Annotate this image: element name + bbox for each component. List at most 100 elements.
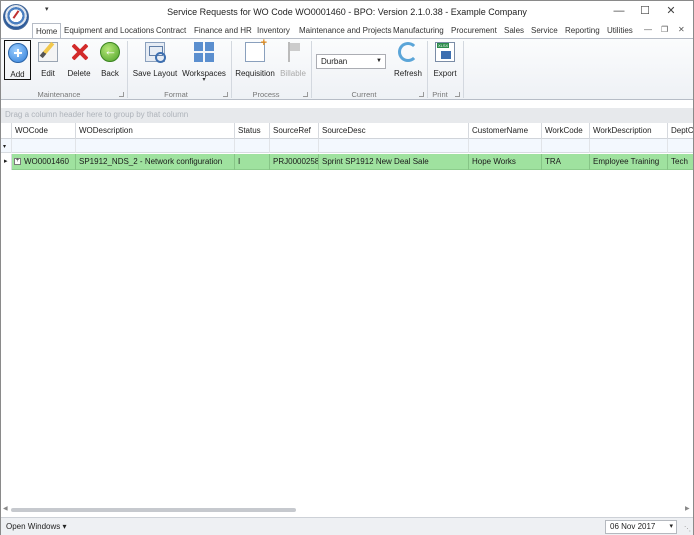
window-title: Service Requests for WO Code WO0001460 -… bbox=[167, 7, 527, 17]
cell-customername[interactable]: Hope Works bbox=[469, 154, 542, 170]
tab-home[interactable]: Home bbox=[32, 23, 62, 39]
resize-grip-icon[interactable]: ⋱ bbox=[684, 525, 691, 533]
chevron-down-icon: ▾ bbox=[669, 523, 673, 530]
table-row[interactable]: ▸ WO0001460 + SP1912_NDS_2 - Network con… bbox=[1, 154, 693, 170]
scroll-left-icon[interactable]: ◀ bbox=[3, 505, 8, 512]
tab-maintenance-and-projects[interactable]: Maintenance and Projects bbox=[299, 23, 392, 38]
column-header-customername[interactable]: CustomerName bbox=[469, 123, 542, 139]
maintenance-launcher-icon[interactable] bbox=[119, 92, 124, 97]
current-launcher-icon[interactable] bbox=[419, 92, 424, 97]
requisition-button[interactable]: Requisition bbox=[235, 37, 275, 80]
mdi-restore-button[interactable]: ❐ bbox=[661, 25, 668, 34]
cell-workdescription[interactable]: Employee Training bbox=[590, 154, 668, 170]
group-by-panel[interactable]: Drag a column header here to group by th… bbox=[1, 108, 693, 123]
tab-inventory[interactable]: Inventory bbox=[257, 23, 290, 38]
auto-filter-row[interactable]: ▾ bbox=[1, 139, 693, 153]
filter-cell-customername[interactable] bbox=[469, 139, 542, 153]
export-button[interactable]: Export bbox=[431, 40, 459, 80]
filter-cell-workcode[interactable] bbox=[542, 139, 590, 153]
site-select[interactable]: Durban ▼ bbox=[316, 54, 386, 69]
export-label: Export bbox=[433, 69, 457, 78]
tab-equipment-and-locations[interactable]: Equipment and Locations bbox=[64, 23, 154, 38]
mdi-minimize-button[interactable]: — bbox=[644, 25, 652, 34]
app-logo-icon[interactable] bbox=[3, 4, 29, 30]
filter-cell-sourcedesc[interactable] bbox=[319, 139, 469, 153]
ribbon-tabs: Home Equipment and Locations Contract Fi… bbox=[1, 23, 693, 39]
filter-cell-workdescription[interactable] bbox=[590, 139, 668, 153]
group-label-maintenance: Maintenance bbox=[37, 90, 81, 99]
cell-deptcode[interactable]: Tech bbox=[668, 154, 693, 170]
format-launcher-icon[interactable] bbox=[223, 92, 228, 97]
filter-cell-wodescription[interactable] bbox=[76, 139, 235, 153]
close-button[interactable]: ✕ bbox=[659, 3, 683, 19]
back-arrow-icon bbox=[100, 42, 120, 62]
process-launcher-icon[interactable] bbox=[303, 92, 308, 97]
filter-cell-status[interactable] bbox=[235, 139, 270, 153]
column-header-sourceref[interactable]: SourceRef bbox=[270, 123, 319, 139]
scroll-right-icon[interactable]: ▶ bbox=[685, 505, 690, 512]
refresh-icon bbox=[398, 42, 418, 62]
tab-finance-and-hr[interactable]: Finance and HR bbox=[194, 23, 252, 38]
maximize-button[interactable]: ☐ bbox=[633, 3, 657, 19]
group-label-process: Process bbox=[252, 90, 280, 99]
tab-service[interactable]: Service bbox=[531, 23, 558, 38]
tab-contract[interactable]: Contract bbox=[156, 23, 186, 38]
horizontal-scrollbar[interactable]: ◀ ▶ bbox=[1, 505, 693, 514]
cell-sourcedesc[interactable]: Sprint SP1912 New Deal Sale bbox=[319, 154, 469, 170]
cell-wocode[interactable]: WO0001460 bbox=[12, 154, 76, 170]
group-separator bbox=[127, 41, 128, 98]
date-picker[interactable]: 06 Nov 2017 ▾ bbox=[605, 520, 677, 534]
filter-icon[interactable]: ▾ bbox=[1, 139, 12, 153]
add-icon bbox=[7, 43, 28, 63]
back-button[interactable]: Back bbox=[98, 40, 122, 80]
date-value: 06 Nov 2017 bbox=[610, 522, 656, 531]
tab-utilities[interactable]: Utilities bbox=[607, 23, 633, 38]
column-header-deptcode[interactable]: DeptCo bbox=[668, 123, 693, 139]
edit-button[interactable]: Edit bbox=[36, 40, 60, 80]
tab-manufacturing[interactable]: Manufacturing bbox=[393, 23, 444, 38]
back-label: Back bbox=[101, 69, 119, 78]
requisition-label: Requisition bbox=[235, 69, 275, 78]
group-separator bbox=[231, 41, 232, 98]
column-header-workcode[interactable]: WorkCode bbox=[542, 123, 590, 139]
group-separator bbox=[311, 41, 312, 98]
minimize-button[interactable]: — bbox=[607, 3, 631, 19]
grid-header-row: WOCode WODescription Status SourceRef So… bbox=[1, 123, 693, 139]
cell-workcode[interactable]: TRA bbox=[542, 154, 590, 170]
column-header-sourcedesc[interactable]: SourceDesc bbox=[319, 123, 469, 139]
tab-reporting[interactable]: Reporting bbox=[565, 23, 600, 38]
filter-cell-wocode[interactable] bbox=[12, 139, 76, 153]
refresh-button[interactable]: Refresh bbox=[392, 40, 424, 80]
workspaces-button[interactable]: Workspaces ▾ bbox=[182, 40, 226, 83]
column-header-workdescription[interactable]: WorkDescription bbox=[590, 123, 668, 139]
delete-button[interactable]: Delete bbox=[64, 40, 94, 80]
filter-cell-deptcode[interactable] bbox=[668, 139, 693, 153]
cell-status[interactable]: I bbox=[235, 154, 270, 170]
save-layout-label: Save Layout bbox=[132, 69, 178, 78]
edit-label: Edit bbox=[41, 69, 55, 78]
cell-sourceref[interactable]: PRJ0000258 bbox=[270, 154, 319, 170]
header-indicator-cell bbox=[1, 123, 12, 139]
column-header-wodescription[interactable]: WODescription bbox=[76, 123, 235, 139]
status-bar: Open Windows ▾ 06 Nov 2017 ▾ ⋱ bbox=[1, 517, 693, 535]
save-layout-icon bbox=[145, 42, 166, 63]
column-header-wocode[interactable]: WOCode bbox=[12, 123, 76, 139]
expand-row-icon[interactable]: + bbox=[14, 158, 21, 165]
requisition-icon bbox=[245, 37, 267, 62]
refresh-label: Refresh bbox=[393, 69, 422, 78]
open-windows-menu[interactable]: Open Windows ▾ bbox=[6, 522, 66, 531]
row-indicator-icon: ▸ bbox=[1, 154, 12, 170]
scrollbar-thumb[interactable] bbox=[11, 508, 296, 512]
print-launcher-icon[interactable] bbox=[455, 92, 460, 97]
column-header-status[interactable]: Status bbox=[235, 123, 270, 139]
tab-procurement[interactable]: Procurement bbox=[451, 23, 497, 38]
data-grid: WOCode WODescription Status SourceRef So… bbox=[1, 123, 693, 506]
site-select-value: Durban bbox=[321, 57, 348, 66]
mdi-close-button[interactable]: ✕ bbox=[678, 25, 685, 34]
add-button[interactable]: Add bbox=[4, 40, 31, 80]
group-separator bbox=[463, 41, 464, 98]
filter-cell-sourceref[interactable] bbox=[270, 139, 319, 153]
cell-wodescription[interactable]: SP1912_NDS_2 - Network configuration bbox=[76, 154, 235, 170]
tab-sales[interactable]: Sales bbox=[504, 23, 524, 38]
save-layout-button[interactable]: Save Layout bbox=[132, 40, 178, 80]
